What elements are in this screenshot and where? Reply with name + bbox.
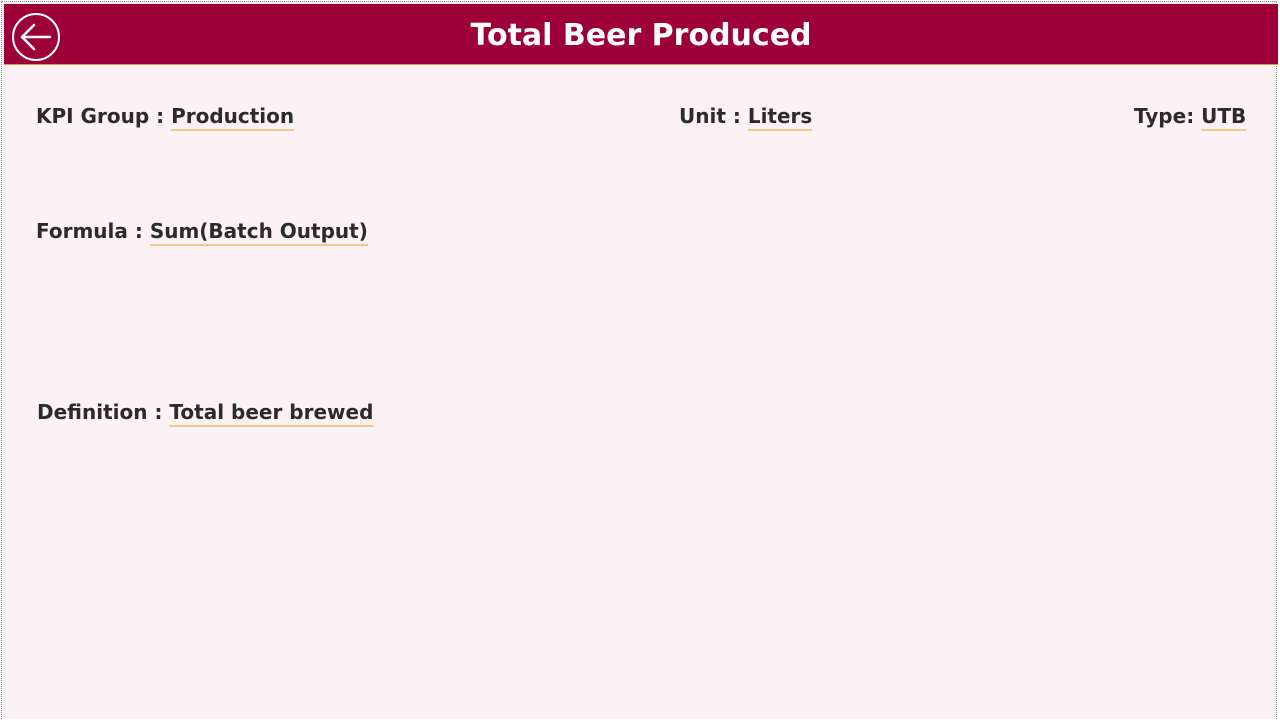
kpi-group-field: KPI Group : Production <box>36 104 295 131</box>
unit-field: Unit : Liters <box>679 104 813 131</box>
kpi-group-value: Production <box>171 104 295 131</box>
kpi-group-label: KPI Group : <box>36 104 172 128</box>
type-label: Type: <box>1134 104 1202 128</box>
definition-label: Definition : <box>37 400 170 424</box>
formula-field: Formula : Sum(Batch Output) <box>36 219 368 246</box>
type-value: UTB <box>1201 104 1247 131</box>
formula-value: Sum(Batch Output) <box>149 219 368 246</box>
header-bar: Total Beer Produced <box>4 4 1278 65</box>
type-field: Type: UTB <box>1134 104 1247 131</box>
kpi-definition-page: Total Beer Produced KPI Group : Producti… <box>1 1 1278 719</box>
unit-label: Unit : <box>679 104 748 128</box>
formula-label: Formula : <box>36 219 150 243</box>
definition-value: Total beer brewed <box>169 400 374 427</box>
unit-value: Liters <box>747 104 813 131</box>
page-title: Total Beer Produced <box>470 18 812 53</box>
definition-field: Definition : Total beer brewed <box>37 400 374 427</box>
